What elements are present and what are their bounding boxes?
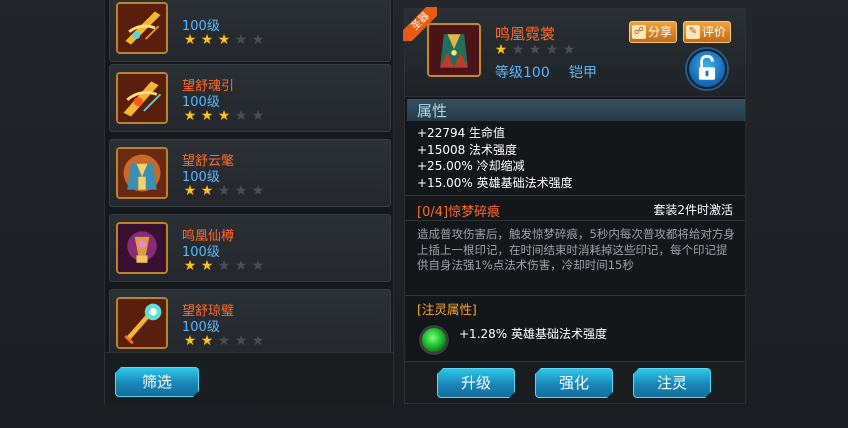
item-level: 等级100: [495, 65, 550, 81]
star-empty-icon: ★: [217, 333, 231, 349]
star-filled-icon: ★: [200, 183, 214, 199]
star-empty-icon: ★: [234, 258, 248, 274]
star-empty-icon: ★: [234, 32, 248, 48]
attribute-list: +22794 生命值 +15008 法术强度 +25.00% 冷却缩减 +15.…: [417, 125, 573, 191]
star-filled-icon: ★: [217, 108, 231, 124]
star-empty-icon: ★: [234, 108, 248, 124]
mystic-vessel-icon: [116, 222, 168, 274]
attribute-line: +15.00% 英雄基础法术强度: [417, 175, 573, 190]
item-title: 鸣凰霓裳: [495, 25, 556, 43]
star-empty-icon: ★: [545, 42, 559, 58]
star-empty-icon: ★: [251, 333, 265, 349]
item-star-rating: ★ ★ ★ ★ ★: [493, 43, 577, 57]
detail-header: 圣器 鸣凰霓裳 ★ ★ ★ ★ ★ 等级100 铠甲 ☍ 分享 ✎ 评价: [403, 7, 745, 97]
set-bonus-header: [0/4]惊梦碎痕 套装2件时激活: [405, 195, 745, 221]
equipment-list-panel: 100级 ★ ★ ★ ★ ★ 望舒魂引 100级 ★ ★ ★ ★ ★ 望舒云氅 …: [104, 0, 394, 404]
star-empty-icon: ★: [562, 42, 576, 58]
action-bar: 升级 强化 注灵: [405, 361, 745, 403]
item-stars: ★ ★ ★ ★ ★: [182, 109, 266, 123]
star-filled-icon: ★: [183, 258, 197, 274]
equipment-list-item[interactable]: 鸣凰仙樽 100级 ★ ★ ★ ★ ★: [109, 214, 391, 282]
infuse-button[interactable]: 注灵: [633, 368, 711, 398]
star-empty-icon: ★: [528, 42, 542, 58]
star-filled-icon: ★: [200, 333, 214, 349]
item-stars: ★ ★ ★ ★ ★: [182, 33, 266, 47]
equipment-list-item[interactable]: 望舒琼璧 100级 ★ ★ ★ ★ ★: [109, 289, 391, 357]
equipment-list-item[interactable]: 望舒云氅 100级 ★ ★ ★ ★ ★: [109, 139, 391, 207]
attribute-line: +25.00% 冷却缩减: [417, 159, 525, 173]
star-filled-icon: ★: [183, 333, 197, 349]
set-description: 造成普攻伤害后，触发惊梦碎痕，5秒内每次普攻都将给对方身上插上一根印记，在时间结…: [417, 227, 735, 272]
star-empty-icon: ★: [234, 183, 248, 199]
star-empty-icon: ★: [251, 258, 265, 274]
star-filled-icon: ★: [217, 32, 231, 48]
star-empty-icon: ★: [511, 42, 525, 58]
attributes-header: 属性: [407, 99, 745, 121]
soul-attribute: +1.28% 英雄基础法术强度: [459, 327, 607, 341]
star-empty-icon: ★: [217, 183, 231, 199]
set-activation-text: 套装2件时激活: [653, 203, 733, 217]
star-filled-icon: ★: [183, 183, 197, 199]
item-stars: ★ ★ ★ ★ ★: [182, 334, 266, 348]
review-button[interactable]: ✎ 评价: [683, 21, 732, 43]
attribute-line: +22794 生命值: [417, 126, 506, 140]
share-icon: ☍: [632, 25, 646, 39]
list-footer: 筛选: [105, 352, 393, 404]
star-filled-icon: ★: [200, 32, 214, 48]
jade-staff-icon: [116, 297, 168, 349]
phoenix-robe-icon: [427, 23, 481, 77]
upgrade-button[interactable]: 升级: [437, 368, 515, 398]
golden-bow-icon: [116, 72, 168, 124]
equipment-list-item[interactable]: 望舒魂引 100级 ★ ★ ★ ★ ★: [109, 64, 391, 132]
attributes-title: 属性: [417, 102, 448, 120]
star-filled-icon: ★: [183, 108, 197, 124]
green-gem-icon: [419, 325, 449, 355]
equipment-detail-panel: 圣器 鸣凰霓裳 ★ ★ ★ ★ ★ 等级100 铠甲 ☍ 分享 ✎ 评价 属性 …: [403, 7, 746, 404]
star-empty-icon: ★: [251, 32, 265, 48]
robed-armor-icon: [116, 147, 168, 199]
star-empty-icon: ★: [234, 333, 248, 349]
item-type: 铠甲: [569, 65, 597, 81]
star-empty-icon: ★: [251, 183, 265, 199]
filter-button[interactable]: 筛选: [115, 367, 199, 397]
soul-attributes-title: [注灵属性]: [417, 302, 477, 317]
unlocked-padlock-icon[interactable]: [687, 49, 727, 89]
item-stars: ★ ★ ★ ★ ★: [182, 184, 266, 198]
golden-bow-icon: [116, 2, 168, 54]
edit-icon: ✎: [686, 25, 700, 39]
equipment-list-item[interactable]: 100级 ★ ★ ★ ★ ★: [109, 0, 391, 62]
enhance-button[interactable]: 强化: [535, 368, 613, 398]
star-empty-icon: ★: [217, 258, 231, 274]
share-button[interactable]: ☍ 分享: [629, 21, 678, 43]
star-empty-icon: ★: [251, 108, 265, 124]
star-filled-icon: ★: [494, 42, 508, 58]
star-filled-icon: ★: [183, 32, 197, 48]
star-filled-icon: ★: [200, 108, 214, 124]
star-filled-icon: ★: [200, 258, 214, 274]
set-name: [0/4]惊梦碎痕: [417, 205, 501, 220]
divider: [405, 295, 745, 296]
item-stars: ★ ★ ★ ★ ★: [182, 259, 266, 273]
attribute-line: +15008 法术强度: [417, 142, 518, 157]
